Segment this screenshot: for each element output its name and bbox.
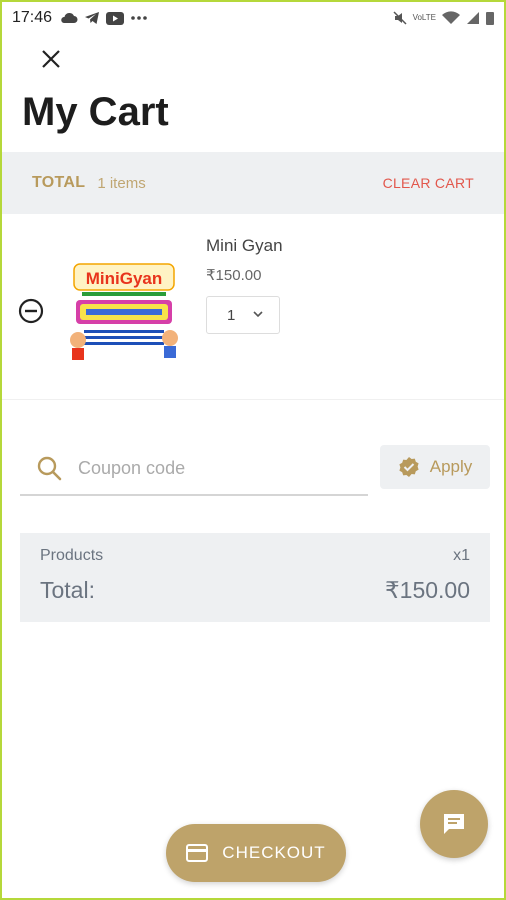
close-icon	[42, 50, 60, 68]
clear-cart-button[interactable]: CLEAR CART	[383, 175, 474, 191]
coupon-input[interactable]	[78, 457, 338, 479]
volte-icon: VoLTE	[412, 13, 436, 22]
checkout-label: CHECKOUT	[222, 843, 326, 862]
product-image[interactable]: MiniGyan	[64, 254, 184, 364]
credit-card-icon	[186, 844, 209, 862]
page-title: My Cart	[22, 90, 169, 134]
mute-icon	[393, 11, 407, 25]
product-name[interactable]: Mini Gyan	[206, 236, 283, 256]
minus-circle-icon	[18, 298, 44, 324]
verified-badge-icon	[399, 457, 419, 477]
item-count: 1 items	[97, 174, 146, 192]
close-button[interactable]	[36, 44, 66, 74]
quantity-value: 1	[227, 306, 236, 324]
wifi-icon	[442, 11, 460, 24]
apply-coupon-button[interactable]: Apply	[380, 445, 490, 489]
summary-total-value: ₹150.00	[385, 577, 470, 603]
youtube-icon	[106, 11, 125, 25]
products-label: Products	[40, 547, 104, 564]
products-qty: x1	[453, 547, 470, 564]
order-summary: Products x1 Total: ₹150.00	[20, 533, 490, 622]
cloud-icon	[61, 12, 78, 23]
checkout-button[interactable]: CHECKOUT	[166, 824, 346, 882]
product-image-logo: MiniGyan	[86, 269, 163, 288]
status-time: 17:46	[12, 9, 53, 26]
summary-total-label: Total:	[40, 577, 95, 603]
battery-icon	[486, 12, 494, 25]
total-bar: TOTAL 1 items CLEAR CART	[2, 152, 504, 214]
search-icon	[37, 456, 62, 481]
total-label: TOTAL	[32, 174, 86, 191]
chat-button[interactable]	[420, 790, 488, 858]
remove-item-button[interactable]	[18, 298, 44, 324]
status-right-icons: VoLTE	[393, 11, 494, 25]
status-left-icons	[60, 11, 148, 25]
products-row: Products x1	[40, 547, 470, 565]
product-price: ₹150.00	[206, 267, 262, 284]
chevron-down-icon	[253, 309, 263, 321]
coupon-field	[20, 442, 368, 496]
status-bar: 17:46 VoLTE	[2, 2, 504, 34]
cart-item: MiniGyan Mini Gyan ₹150.00 1	[2, 214, 504, 400]
quantity-select[interactable]: 1	[206, 296, 280, 334]
apply-label: Apply	[429, 457, 473, 476]
signal-icon	[467, 12, 479, 24]
total-row: Total: ₹150.00	[40, 577, 470, 604]
chat-icon	[444, 814, 464, 834]
telegram-icon	[85, 12, 100, 24]
more-dots-icon	[131, 16, 147, 20]
